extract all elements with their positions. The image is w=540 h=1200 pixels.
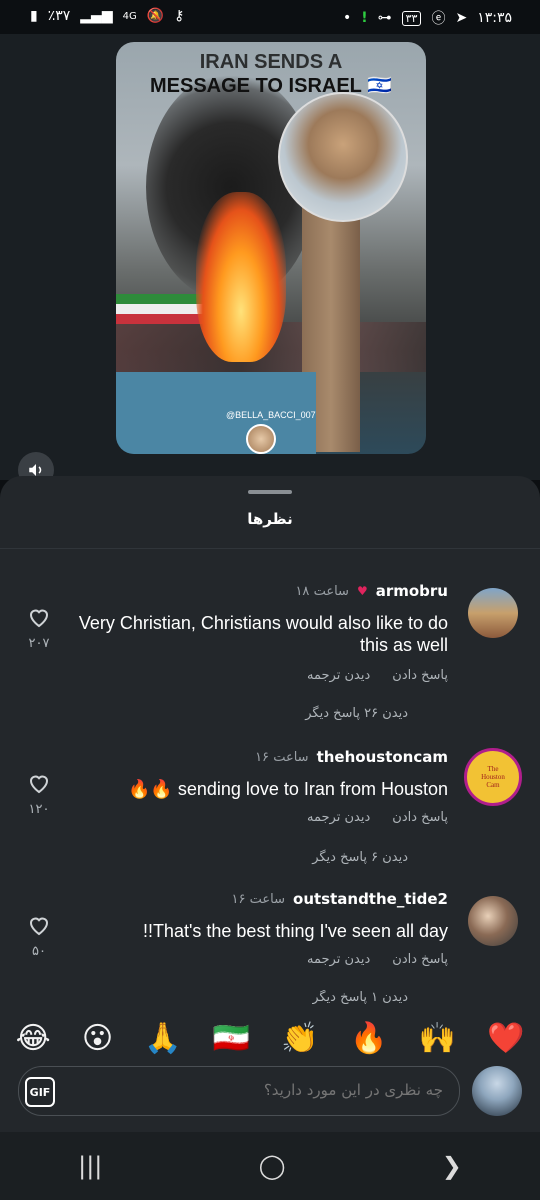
comment-composer: GIF xyxy=(0,1066,540,1118)
comment-username[interactable]: armobru xyxy=(376,582,448,600)
system-nav-bar: ||| ◯ ❯ xyxy=(0,1132,540,1200)
like-control[interactable]: ۲۰۷ xyxy=(26,606,52,651)
vpn-key-icon: ⊶ xyxy=(377,10,392,26)
comment-actions: پاسخ دادن دیدن ترجمه xyxy=(307,810,448,825)
comment-time: ۱۶ ساعت xyxy=(255,749,309,765)
comment-actions: پاسخ دادن دیدن ترجمه xyxy=(307,668,448,683)
heart-icon[interactable] xyxy=(27,606,51,628)
emoji-surprised-button[interactable]: 😮 xyxy=(82,1021,113,1056)
comment-text: 🔥🔥 sending love to Iran from Houston xyxy=(128,779,448,799)
video-caption-line2: MESSAGE TO ISRAEL 🇮🇱 xyxy=(150,75,392,97)
emoji-clap-button[interactable]: 👏 xyxy=(281,1021,318,1056)
translate-button[interactable]: دیدن ترجمه xyxy=(307,668,370,683)
reply-button[interactable]: پاسخ دادن xyxy=(392,668,448,683)
heart-icon[interactable] xyxy=(27,772,51,794)
video-caption-line1: IRAN SENDS A xyxy=(199,51,343,73)
drag-handle[interactable] xyxy=(248,490,292,494)
emoji-quick-row: 😂 😮 🙏 🇮🇷 👏 🔥 🙌 ❤️ xyxy=(0,1014,540,1062)
status-left: ▮ ٪۳۷ ▂▄▆ 4G 🔕 ⚷ xyxy=(30,8,184,24)
view-replies-button[interactable]: دیدن ۱ پاسخ دیگر xyxy=(312,990,408,1004)
key-icon: ⚷ xyxy=(174,8,185,24)
battery-level: ٪۳۷ xyxy=(47,8,71,24)
mute-status-icon: 🔕 xyxy=(146,8,165,24)
comment-text: Very Christian, Christians would also li… xyxy=(78,613,448,655)
dot-icon: • xyxy=(342,10,352,26)
statue-inset xyxy=(278,92,408,222)
like-count: ۲۰۷ xyxy=(28,636,50,651)
comment-input-box[interactable]: GIF xyxy=(18,1066,460,1116)
recents-icon[interactable]: ||| xyxy=(78,1152,102,1180)
avatar[interactable] xyxy=(468,588,518,638)
comment-actions: پاسخ دادن دیدن ترجمه xyxy=(307,952,448,967)
signal-icon: ▂▄▆ xyxy=(80,8,113,24)
home-icon[interactable]: ◯ xyxy=(259,1152,286,1180)
comment-time: ۱۶ ساعت xyxy=(231,891,286,907)
video-area[interactable]: IRAN SENDS A MESSAGE TO ISRAEL 🇮🇱 @BELLA… xyxy=(0,34,540,488)
alert-icon: ! xyxy=(361,10,368,26)
app-icon: ⓔ xyxy=(431,11,446,27)
translate-button[interactable]: دیدن ترجمه xyxy=(307,810,370,825)
view-replies-button[interactable]: دیدن ۲۶ پاسخ دیگر xyxy=(305,706,408,721)
emoji-pray-button[interactable]: 🙏 xyxy=(144,1021,181,1056)
gif-button[interactable]: GIF xyxy=(25,1077,55,1107)
comment-input[interactable] xyxy=(83,1081,443,1099)
status-bar: ▮ ٪۳۷ ▂▄▆ 4G 🔕 ⚷ • ! ⊶ ۳۳ ⓔ ➤ ۱۳:۳۵ xyxy=(0,0,540,34)
heart-icon[interactable] xyxy=(27,914,51,936)
fire-shape xyxy=(196,192,286,362)
reply-button[interactable]: پاسخ دادن xyxy=(392,810,448,825)
back-icon[interactable]: ❯ xyxy=(442,1152,462,1180)
video-player[interactable]: IRAN SENDS A MESSAGE TO ISRAEL 🇮🇱 @BELLA… xyxy=(116,42,426,454)
emoji-fire-button[interactable]: 🔥 xyxy=(350,1021,387,1056)
comment-username[interactable]: outstandthe_tide2 xyxy=(293,890,448,908)
telegram-icon: ➤ xyxy=(455,10,468,26)
status-right: • ! ⊶ ۳۳ ⓔ ➤ ۱۳:۳۵ xyxy=(343,8,512,28)
like-count: ۵۰ xyxy=(32,944,46,959)
network-type: 4G xyxy=(122,10,137,22)
creator-avatar[interactable] xyxy=(246,424,276,454)
liked-by-author-icon: ♥ xyxy=(356,584,368,598)
video-caption: IRAN SENDS A MESSAGE TO ISRAEL 🇮🇱 xyxy=(116,50,426,98)
sheet-title: نظرها xyxy=(247,510,293,528)
avatar[interactable]: The Houston Cam xyxy=(464,748,522,806)
video-watermark: @BELLA_BACCI_007 xyxy=(226,410,316,420)
view-replies-button[interactable]: دیدن ۶ پاسخ دیگر xyxy=(312,850,408,865)
like-count: ۱۲۰ xyxy=(28,802,50,817)
reply-button[interactable]: پاسخ دادن xyxy=(392,952,448,967)
emoji-raised-hands-button[interactable]: 🙌 xyxy=(419,1021,456,1056)
notification-count: ۳۳ xyxy=(401,10,422,26)
comment-text: !!That's the best thing I've seen all da… xyxy=(142,921,448,941)
comment-header: ۱۶ ساعت thehoustoncam xyxy=(255,748,448,766)
avatar[interactable] xyxy=(468,896,518,946)
clock: ۱۳:۳۵ xyxy=(477,10,512,26)
comment-time: ۱۸ ساعت xyxy=(295,583,349,599)
divider xyxy=(0,548,540,549)
avatar-text: The Houston Cam xyxy=(481,765,505,789)
my-avatar xyxy=(472,1066,522,1116)
emoji-laugh-button[interactable]: 😂 xyxy=(16,1021,51,1056)
emoji-heart-button[interactable]: ❤️ xyxy=(487,1021,524,1056)
comment-header: ۱۶ ساعت outstandthe_tide2 xyxy=(232,890,448,908)
like-control[interactable]: ۵۰ xyxy=(26,914,52,959)
comment-username[interactable]: thehoustoncam xyxy=(317,748,448,766)
like-control[interactable]: ۱۲۰ xyxy=(26,772,52,817)
comment-header: ۱۸ ساعت ♥ armobru xyxy=(295,582,448,600)
translate-button[interactable]: دیدن ترجمه xyxy=(307,952,370,967)
battery-icon: ▮ xyxy=(30,8,38,24)
emoji-iran-flag-button[interactable]: 🇮🇷 xyxy=(213,1021,250,1056)
